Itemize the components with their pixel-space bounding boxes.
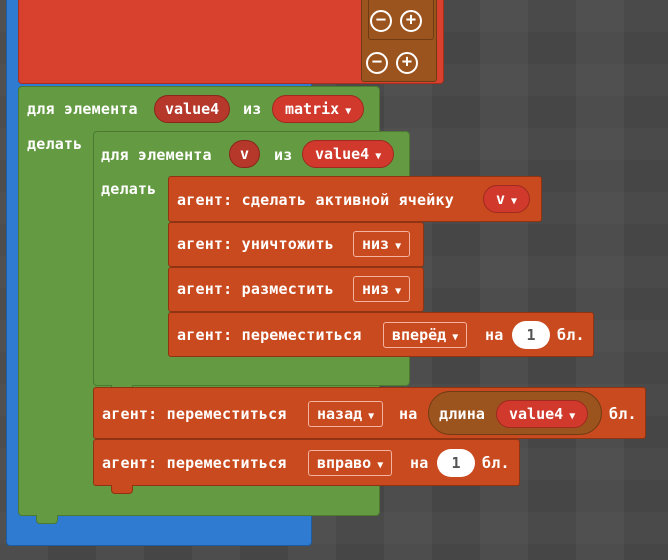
chevron-down-icon: ▼ (368, 411, 375, 422)
agent-destroy-label: агент: уничтожить (177, 235, 334, 253)
move-back-direction-dropdown[interactable]: назад ▼ (308, 401, 384, 427)
active-cell-variable-text: v (496, 190, 506, 208)
move-right-direction-text: вправо (317, 454, 372, 472)
inner-loop-list-text: value4 (315, 145, 370, 163)
inner-loop-list-dropdown[interactable]: value4 ▼ (302, 140, 395, 168)
active-cell-variable-dropdown[interactable]: v ▼ (483, 185, 531, 213)
outer-loop-bottom-notch (36, 515, 58, 524)
outer-loop-list-text: matrix (285, 100, 340, 118)
move-forward-distance-input[interactable]: 1 (512, 321, 550, 349)
chevron-down-icon: ▼ (377, 460, 384, 471)
move-forward-unit-label: бл. (557, 326, 585, 344)
destroy-direction-text: низ (362, 235, 390, 253)
inner-for-label: для элемента (101, 146, 212, 164)
length-label: длина (439, 405, 486, 423)
agent-move-right-label: агент: переместиться (102, 454, 287, 472)
chevron-down-icon: ▼ (452, 332, 459, 343)
chevron-down-icon: ▼ (395, 241, 402, 252)
outer-for-label: для элемента (27, 100, 138, 118)
outer-loop-variable-dropdown[interactable]: value4 (154, 95, 231, 123)
move-right-distance-input[interactable]: 1 (437, 449, 475, 477)
minus-icon[interactable]: − (366, 52, 388, 74)
outer-loop-list-dropdown[interactable]: matrix ▼ (272, 95, 365, 123)
chevron-down-icon: ▼ (345, 106, 352, 117)
chevron-down-icon: ▼ (511, 196, 518, 207)
plus-icon[interactable]: + (396, 52, 418, 74)
move-forward-on-label: на (485, 326, 504, 344)
inner-do-label: делать (101, 180, 157, 198)
length-variable-text: value4 (509, 405, 564, 423)
place-direction-text: низ (362, 280, 390, 298)
plus-icon[interactable]: + (400, 10, 422, 32)
agent-set-active-cell-label: агент: сделать активной ячейку (177, 191, 454, 209)
outer-loop-variable-text: value4 (165, 100, 220, 118)
inner-loop-variable-text: v (240, 145, 250, 163)
destroy-direction-dropdown[interactable]: низ ▼ (353, 231, 411, 257)
move-right-unit-label: бл. (482, 454, 510, 472)
outer-do-label: делать (27, 135, 83, 153)
minus-icon[interactable]: − (370, 10, 392, 32)
move-right-on-label: на (410, 454, 429, 472)
place-direction-dropdown[interactable]: низ ▼ (353, 276, 411, 302)
agent-move-back-label: агент: переместиться (102, 405, 287, 423)
move-right-direction-dropdown[interactable]: вправо ▼ (308, 450, 393, 476)
move-back-on-label: на (399, 405, 418, 423)
move-forward-direction-text: вперёд (392, 326, 447, 344)
move-forward-direction-dropdown[interactable]: вперёд ▼ (383, 322, 468, 348)
inner-loop-variable-dropdown[interactable]: v (229, 140, 261, 168)
move-back-direction-text: назад (317, 405, 363, 423)
agent-move-forward-label: агент: переместиться (177, 326, 362, 344)
chevron-down-icon: ▼ (375, 151, 382, 162)
length-variable-dropdown[interactable]: value4 ▼ (496, 400, 589, 428)
chevron-down-icon: ▼ (569, 411, 576, 422)
outer-in-label: из (243, 100, 262, 118)
agent-place-label: агент: разместить (177, 280, 334, 298)
move-back-unit-label: бл. (609, 405, 637, 423)
chevron-down-icon: ▼ (395, 286, 402, 297)
inner-in-label: из (274, 146, 293, 164)
move-right-bottom-notch (111, 485, 133, 494)
